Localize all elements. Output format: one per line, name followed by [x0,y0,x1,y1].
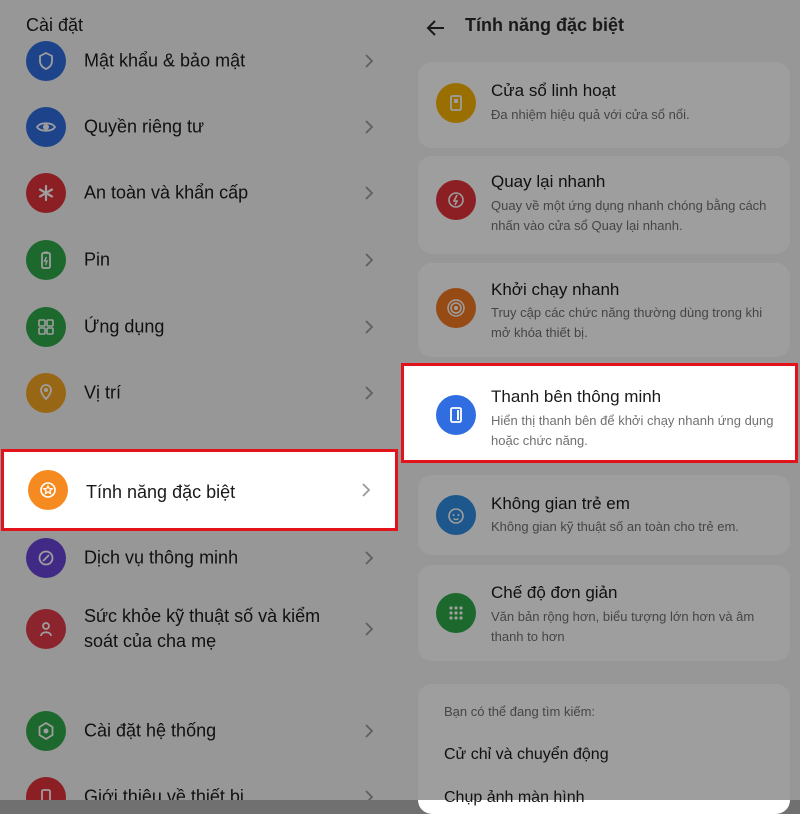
settings-item-label: Tính năng đặc biệt [86,482,236,502]
feature-title: Khởi chạy nhanh [491,280,620,299]
special-features-title: Tính năng đặc biệt [465,15,625,35]
feature-description: Không gian kỹ thuật số an toàn cho trẻ e… [491,519,739,534]
feature-title: Quay lại nhanh [491,172,606,191]
special-features-star-icon [28,470,68,510]
feature-card-kids-space[interactable]: Không gian trẻ em Không gian kỹ thuật số… [418,475,790,555]
search-hint: Bạn có thể đang tìm kiếm: [444,704,596,719]
feature-title: Cửa sổ linh hoạt [491,81,616,100]
feature-description: Văn bản rộng hơn, biểu tượng lớn hơn và … [491,609,755,644]
quick-return-lightning-icon [436,180,476,220]
feature-title: Thanh bên thông minh [491,387,662,406]
feature-description: Hiển thị thanh bên để khởi chạy nhanh ứn… [491,413,774,448]
feature-title: Không gian trẻ em [491,494,630,513]
feature-card-quick-launch[interactable]: Khởi chạy nhanh Truy cập các chức năng t… [418,263,790,357]
chevron-right-icon [362,483,371,497]
quick-launch-icon [436,288,476,328]
feature-card-flexible-window[interactable]: Cửa sổ linh hoạt Đa nhiệm hiệu quả với c… [418,62,790,148]
simple-mode-grid-icon [436,593,476,633]
search-suggestions-box: Bạn có thể đang tìm kiếm: Cử chỉ và chuy… [418,684,790,814]
feature-card-simple-mode[interactable]: Chế độ đơn giản Văn bản rộng hơn, biểu t… [418,565,790,661]
suggestion-link[interactable]: Cử chỉ và chuyển động [444,746,609,764]
feature-description: Quay về một ứng dụng nhanh chóng bằng cá… [491,198,767,233]
feature-card-smart-sidebar[interactable]: Thanh bên thông minh Hiển thị thanh bên … [401,363,798,463]
flexible-window-icon [436,83,476,123]
feature-description: Đa nhiệm hiệu quả với cửa sổ nổi. [491,107,690,122]
kids-space-icon [436,495,476,535]
settings-item-special-features[interactable]: Tính năng đặc biệt [1,449,398,531]
feature-description: Truy cập các chức năng thường dùng trong… [491,305,763,340]
feature-card-quick-return[interactable]: Quay lại nhanh Quay về một ứng dụng nhan… [418,156,790,254]
smart-sidebar-icon [436,395,476,435]
suggestion-link[interactable]: Chụp ảnh màn hình [444,789,585,807]
feature-title: Chế độ đơn giản [491,583,618,602]
back-arrow-icon[interactable] [424,16,448,40]
